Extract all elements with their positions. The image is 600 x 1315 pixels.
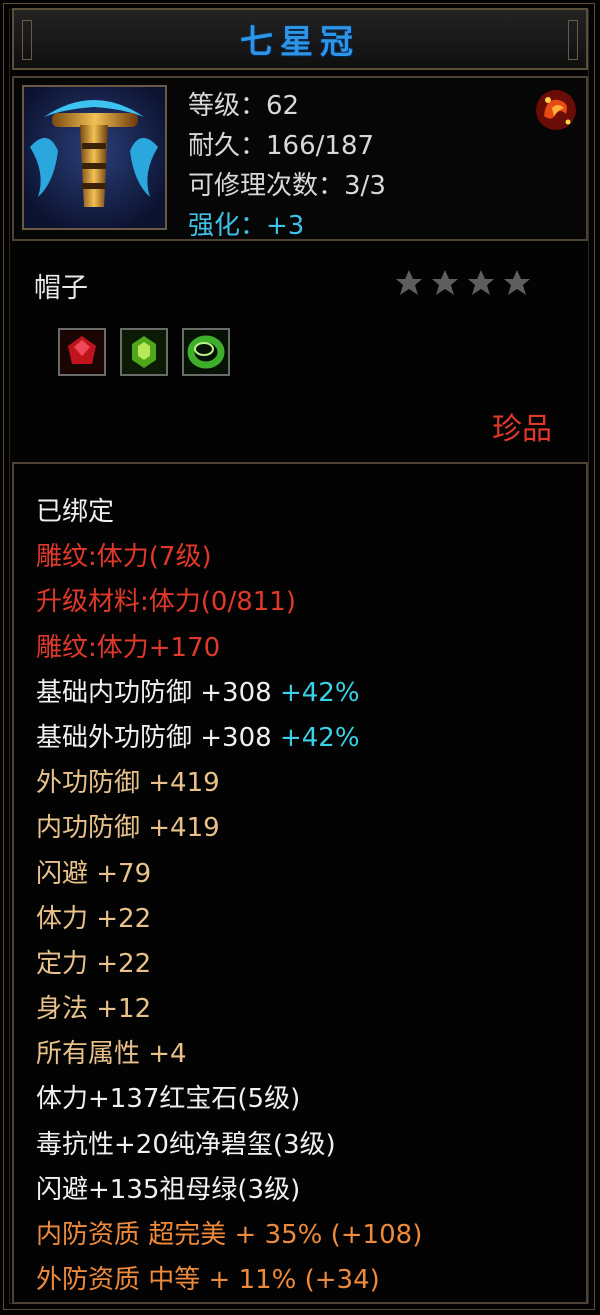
title-ornament-right [568,20,578,60]
gem-socket-3[interactable] [182,328,230,376]
gem-socket-1[interactable] [58,328,106,376]
level-row: 等级：62 [188,86,386,126]
fire-element-icon [536,90,576,130]
attribute-line: 体力 +22 [36,903,152,934]
enhance-label: 强化： [188,211,267,241]
attribute-line: 外功防御 +419 [36,768,220,799]
repair-value: 3/3 [344,171,386,201]
gem-socket-2[interactable] [120,328,168,376]
attribute-line: 外防资质 中等 + 11% (+34) [36,1265,380,1296]
attribute-line: 雕纹:体力+170 [36,632,221,663]
attribute-bonus: +42% [279,677,360,708]
attribute-line: 闪避+135祖母绿(3级) [36,1174,301,1205]
rarity-label: 珍品 [492,412,552,447]
attribute-line: 身法 +12 [36,994,152,1025]
durability-label: 耐久： [188,131,267,161]
title-bar: 七星冠 [12,8,588,70]
attribute-line: 内防资质 超完美 + 35% (+108) [36,1220,423,1250]
durability-row: 耐久：166/187 [188,126,386,166]
attribute-line: 所有属性 +4 [36,1039,187,1070]
attribute-line: 毒抗性+20纯净碧玺(3级) [36,1129,336,1160]
attribute-line: 基础外功防御 +308 +42% [36,722,360,753]
item-type: 帽子 [34,273,88,304]
attribute-line: 闪避 +79 [36,858,152,889]
gem-sockets [58,328,230,376]
item-name: 七星冠 [240,22,360,61]
star-icon [432,270,458,295]
crown-icon[interactable] [22,85,167,230]
attribute-line: 定力 +22 [36,948,152,979]
attribute-line: 雕纹:体力(7级) [36,542,212,573]
attribute-list: 已绑定 雕纹:体力(7级) 升级材料:体力(0/811) 雕纹:体力+170 基… [36,490,576,1303]
attribute-line: 已绑定 [36,497,115,527]
star-icon [468,270,494,295]
star-icon [504,270,530,295]
enhance-value: +3 [266,211,305,241]
title-ornament-left [22,20,32,60]
jade-ring-icon [184,330,228,374]
star-rating [394,268,532,298]
attribute-line: 体力+137红宝石(5级) [36,1084,301,1115]
attribute-line: 基础内功防御 +308 +42% [36,677,360,708]
attribute-line: 升级材料:体力(0/811) [36,587,296,618]
repair-label: 可修理次数： [188,171,345,201]
red-gem-icon [60,330,104,374]
attribute-line: 内功防御 +419 [36,813,220,844]
level-value: 62 [266,91,300,121]
enhance-row: 强化：+3 [188,206,386,246]
item-stats: 等级：62 耐久：166/187 可修理次数：3/3 强化：+3 [188,86,386,246]
green-gem-icon [122,330,166,374]
attribute-bonus: +42% [279,722,360,753]
repair-row: 可修理次数：3/3 [188,166,386,206]
star-icon [396,270,422,295]
item-tooltip-panel: 七星冠 等级：62 耐久：166/187 可修理次数：3/3 强化：+3 帽子 … [0,0,600,1315]
level-label: 等级： [188,91,267,121]
durability-value: 166/187 [266,131,375,161]
